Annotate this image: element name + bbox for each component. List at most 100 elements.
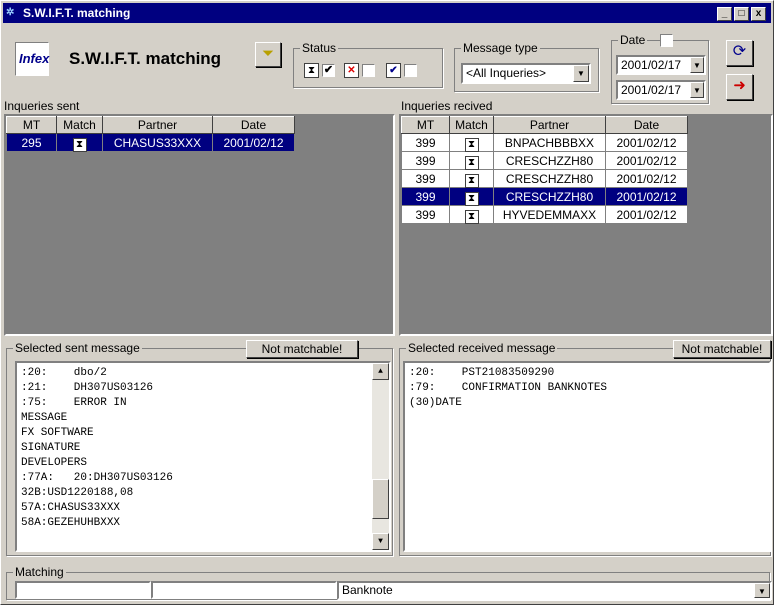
refresh-icon: ⟳	[732, 43, 747, 60]
col-match[interactable]: Match	[56, 116, 103, 134]
app-icon: ✲	[6, 7, 15, 18]
matched-icon: ✔	[386, 63, 401, 78]
message-type-group: Message type <All Inqueries> ▼	[454, 41, 599, 92]
date-to-picker[interactable]: 2001/02/17 ▼	[616, 80, 706, 100]
status-group: Status ⧗ ✔ ✕ ✔	[293, 41, 443, 88]
cell-partner: CRESCHZZH80	[493, 151, 606, 170]
col-date[interactable]: Date	[605, 116, 688, 134]
cell-match: ⧗	[56, 133, 103, 152]
sent-message-scrollbar[interactable]: ▲ ▼	[372, 363, 389, 550]
chevron-down-icon[interactable]: ▼	[690, 82, 704, 98]
table-row[interactable]: 399 ⧗ BNPACHBBBXX 2001/02/12	[401, 133, 688, 152]
title-bar: ✲ S.W.I.F.T. matching _ □ x	[3, 3, 771, 23]
sent-not-matchable-button[interactable]: Not matchable!	[246, 340, 358, 358]
received-not-matchable-button[interactable]: Not matchable!	[673, 340, 771, 358]
status-rejected-checkbox[interactable]	[362, 64, 375, 77]
minimize-button[interactable]: _	[717, 7, 732, 21]
col-date[interactable]: Date	[212, 116, 295, 134]
matching-field-2[interactable]	[151, 581, 337, 599]
hourglass-icon: ⧗	[304, 63, 319, 78]
message-line: FX SOFTWARE	[21, 427, 94, 439]
col-match[interactable]: Match	[449, 116, 494, 134]
cell-mt: 399	[401, 205, 450, 224]
sent-grid[interactable]: MT Match Partner Date 295 ⧗ CHASUS33XXX …	[4, 114, 395, 336]
refresh-button[interactable]: ⟳	[726, 40, 753, 66]
scroll-thumb[interactable]	[372, 479, 389, 519]
message-line: :79: CONFIRMATION BANKNOTES	[409, 382, 608, 394]
cell-partner: BNPACHBBBXX	[493, 133, 606, 152]
cell-mt: 399	[401, 187, 450, 206]
received-message-text[interactable]: :20: PST21083509290 :79: CONFIRMATION BAN…	[403, 361, 771, 552]
close-button[interactable]: x	[751, 7, 766, 21]
message-type-select[interactable]: <All Inqueries> ▼	[461, 63, 591, 84]
col-partner[interactable]: Partner	[102, 116, 213, 134]
sent-grid-label: Inqueries sent	[4, 99, 80, 113]
received-grid[interactable]: MT Match Partner Date 399 ⧗ BNPACHBBBXX 200…	[399, 114, 773, 336]
rejected-icon: ✕	[344, 63, 359, 78]
chevron-down-icon[interactable]: ▼	[573, 65, 589, 82]
message-line: :75: ERROR IN	[21, 397, 127, 409]
date-group: Date 2001/02/17 ▼ 2001/02/17 ▼	[611, 33, 709, 104]
message-line: :77A: 20:DH307US03126	[21, 472, 173, 484]
cell-match: ⧗	[449, 169, 494, 188]
chevron-down-icon[interactable]: ▼	[754, 583, 770, 598]
cell-date: 2001/02/12	[605, 133, 688, 152]
maximize-button[interactable]: □	[734, 7, 749, 21]
table-row[interactable]: 399 ⧗ CRESCHZZH80 2001/02/12	[401, 169, 688, 188]
cell-date: 2001/02/12	[605, 205, 688, 224]
received-table: MT Match Partner Date 399 ⧗ BNPACHBBBXX 200…	[401, 116, 688, 224]
cell-partner: CRESCHZZH80	[493, 169, 606, 188]
cell-mt: 399	[401, 133, 450, 152]
table-row[interactable]: 399 ⧗ CRESCHZZH80 2001/02/12	[401, 151, 688, 170]
message-line: :20: PST21083509290	[409, 367, 555, 379]
message-line: :21: DH307US03126	[21, 382, 154, 394]
message-line: SIGNATURE	[21, 442, 81, 454]
logo-text: Infex	[19, 51, 50, 66]
exit-door-icon: ➜	[733, 77, 746, 94]
date-filter-checkbox[interactable]	[660, 34, 673, 47]
received-message-label: Selected received message	[406, 341, 558, 355]
status-pending-checkbox[interactable]: ✔	[322, 64, 335, 77]
cell-date: 2001/02/12	[605, 169, 688, 188]
hourglass-icon: ⧗	[464, 173, 479, 188]
received-message-lines: :20: PST21083509290 :79: CONFIRMATION BAN…	[409, 366, 765, 411]
exit-button[interactable]: ➜	[726, 74, 753, 100]
received-grid-label: Inqueries recived	[401, 99, 493, 113]
cell-partner: HYVEDEMMAXX	[493, 205, 606, 224]
scroll-up-icon[interactable]: ▲	[372, 363, 389, 380]
col-partner[interactable]: Partner	[493, 116, 606, 134]
matching-label: Matching	[13, 565, 66, 579]
sent-message-lines: :20: dbo/2 :21: DH307US03126 :75: ERROR IN…	[21, 366, 385, 531]
sent-table: MT Match Partner Date 295 ⧗ CHASUS33XXX …	[6, 116, 295, 152]
cell-date: 2001/02/12	[212, 133, 295, 152]
status-label: Status	[300, 41, 339, 55]
cell-partner: CRESCHZZH80	[493, 187, 606, 206]
col-mt[interactable]: MT	[401, 116, 450, 134]
cell-match: ⧗	[449, 187, 494, 206]
cell-match: ⧗	[449, 151, 494, 170]
sent-message-text[interactable]: :20: dbo/2 :21: DH307US03126 :75: ERROR IN…	[15, 361, 391, 552]
message-line: MESSAGE	[21, 412, 68, 424]
table-row[interactable]: 399 ⧗ CRESCHZZH80 2001/02/12	[401, 187, 688, 206]
table-row[interactable]: 399 ⧗ HYVEDEMMAXX 2001/02/12	[401, 205, 688, 224]
hourglass-icon: ⧗	[464, 209, 479, 224]
chevron-down-icon[interactable]: ▼	[690, 57, 704, 73]
col-mt[interactable]: MT	[6, 116, 57, 134]
scroll-down-icon[interactable]: ▼	[372, 533, 389, 550]
hourglass-icon: ⧗	[464, 191, 479, 206]
cell-partner: CHASUS33XXX	[102, 133, 213, 152]
status-matched-checkbox[interactable]	[404, 64, 417, 77]
matching-field-1[interactable]	[15, 581, 151, 599]
received-table-header: MT Match Partner Date	[401, 116, 688, 134]
message-line: DEVELOPERS	[21, 457, 88, 469]
message-line: :20: dbo/2	[21, 367, 107, 379]
logo: Infex	[15, 42, 49, 76]
table-row[interactable]: 295 ⧗ CHASUS33XXX 2001/02/12	[6, 133, 295, 152]
main-window: ✲ S.W.I.F.T. matching _ □ x Infex S.W.I.…	[0, 0, 774, 605]
filter-button[interactable]: ⏷	[255, 42, 281, 67]
matching-select[interactable]: Banknote ▼	[337, 581, 772, 600]
date-from-picker[interactable]: 2001/02/17 ▼	[616, 55, 706, 75]
cell-date: 2001/02/12	[605, 151, 688, 170]
hourglass-icon: ⧗	[464, 137, 479, 152]
filter-funnel-icon: ⏷	[261, 45, 274, 62]
